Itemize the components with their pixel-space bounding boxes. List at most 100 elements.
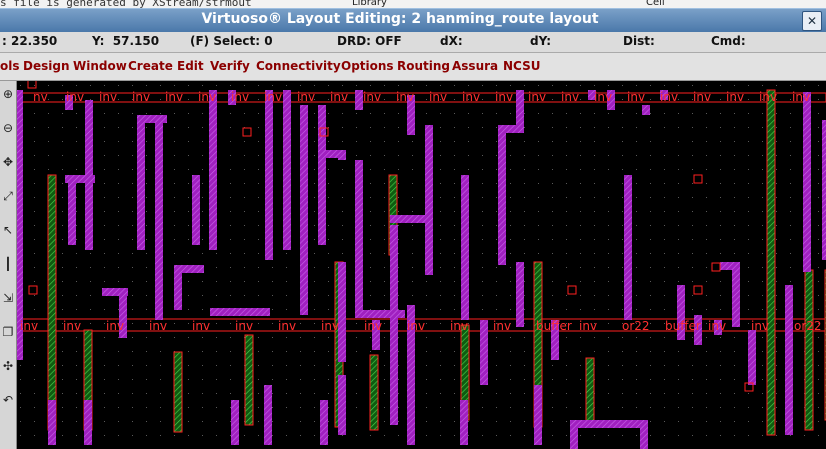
metal1-wire xyxy=(300,105,308,315)
cell-instance-label: inv xyxy=(149,319,167,333)
metal1-wire xyxy=(748,330,756,385)
cell-instance-label: inv xyxy=(165,90,183,104)
menu-routing[interactable]: Routing xyxy=(397,59,450,73)
menu-options[interactable]: Options xyxy=(341,59,394,73)
metal1-wire xyxy=(785,285,793,435)
metal1-wire xyxy=(480,320,488,385)
metal1-wire xyxy=(283,90,291,250)
cell-instance-label: inv xyxy=(330,90,348,104)
cell-instance-label: inv xyxy=(192,319,210,333)
metal1-wire xyxy=(534,385,542,445)
metal2-wire xyxy=(804,269,814,431)
layout-drawing[interactable]: nv inv inv inv inv inv inv inv inv inv inv inv inv in… xyxy=(17,81,826,449)
select-count: (F) Select: 0 xyxy=(190,34,273,48)
metal1-wire xyxy=(320,150,346,158)
metal1-wire xyxy=(174,265,204,273)
cell-instance-label: inv xyxy=(278,319,296,333)
metal1-wire xyxy=(265,90,273,260)
cell-instance-label: inv xyxy=(792,90,810,104)
metal1-wire xyxy=(461,175,469,320)
metal1-wire xyxy=(338,375,346,435)
cell-instance-label: or22 xyxy=(794,319,822,333)
title-bar[interactable]: Virtuoso® Layout Editing: 2 hanming_rout… xyxy=(0,8,826,32)
menu-connectivity[interactable]: Connectivity xyxy=(256,59,341,73)
metal2-wire xyxy=(585,357,595,424)
menu-create[interactable]: Create xyxy=(128,59,173,73)
fit-icon[interactable]: ⤢ xyxy=(1,189,15,211)
cell-instance-label: inv xyxy=(495,90,513,104)
menu-edit[interactable]: Edit xyxy=(177,59,204,73)
metal1-wire xyxy=(390,225,398,425)
cell-instance-label: inv xyxy=(396,90,414,104)
menu-window[interactable]: Window xyxy=(73,59,127,73)
zoom-in-icon[interactable]: ⊕ xyxy=(1,87,15,109)
metal1-wire xyxy=(84,400,92,445)
cell-instance-label: inv xyxy=(594,90,612,104)
metal1-wire xyxy=(264,385,272,445)
copy-icon[interactable]: ❐ xyxy=(1,325,15,347)
metal1-wire xyxy=(65,175,95,183)
pointer-icon[interactable]: ↖ xyxy=(1,223,15,245)
pan-icon[interactable]: ✥ xyxy=(1,155,15,177)
metal1-wire xyxy=(192,175,200,245)
metal1-wire xyxy=(642,105,650,115)
metal2-wire xyxy=(173,351,183,433)
metal1-wire xyxy=(498,125,524,133)
cell-instance-label: or22 xyxy=(622,319,650,333)
cell-instance-label: inv xyxy=(693,90,711,104)
metal1-wire xyxy=(624,175,632,320)
metal1-wire xyxy=(355,90,363,110)
move-icon[interactable]: ✣ xyxy=(1,359,15,381)
menu-tools[interactable]: ols xyxy=(0,59,20,73)
metal1-wire xyxy=(137,115,145,250)
metal2-wire xyxy=(369,354,379,431)
x-coordinate: : 22.350 xyxy=(2,34,58,48)
metal1-wire xyxy=(720,262,738,270)
metal1-wire xyxy=(355,160,363,310)
cell-instance-label: inv xyxy=(450,319,468,333)
metal1-wire xyxy=(516,90,524,130)
dist-readout: Dist: xyxy=(623,34,655,48)
y-coordinate: Y: 57.150 xyxy=(92,34,160,48)
cell-instance-label: buffer xyxy=(536,319,572,333)
cell-instance-label: inv xyxy=(363,90,381,104)
cell-instance-label: inv xyxy=(627,90,645,104)
metal1-wire xyxy=(231,400,239,445)
cell-instance-label: inv xyxy=(132,90,150,104)
zoom-out-icon[interactable]: ⊖ xyxy=(1,121,15,143)
cmd-readout: Cmd: xyxy=(711,34,746,48)
stretch-icon[interactable]: ⇲ xyxy=(1,291,15,313)
library-label: Library xyxy=(352,0,387,8)
metal1-wire xyxy=(48,400,56,445)
metal2-wire xyxy=(244,334,254,426)
cell-instance-label: inv xyxy=(198,90,216,104)
metal1-wire xyxy=(516,262,524,327)
cell-instance-label: inv xyxy=(407,319,425,333)
drd-status: DRD: OFF xyxy=(337,34,402,48)
metal2-wire xyxy=(766,89,776,436)
metal1-wire xyxy=(460,400,468,445)
cell-instance-label: inv xyxy=(759,90,777,104)
cell-instance-label: inv xyxy=(297,90,315,104)
menu-ncsu[interactable]: NCSU xyxy=(503,59,540,73)
cell-instance-label: inv xyxy=(99,90,117,104)
metal1-wire xyxy=(320,400,328,445)
cell-instance-label: inv xyxy=(231,90,249,104)
cell-instance-label: inv xyxy=(751,319,769,333)
metal1-wire xyxy=(137,115,167,123)
metal1-wire xyxy=(390,215,425,223)
menu-design[interactable]: Design xyxy=(23,59,70,73)
cell-instance-label: inv xyxy=(63,319,81,333)
menu-assura[interactable]: Assura xyxy=(452,59,498,73)
metal1-wire xyxy=(570,420,648,428)
layout-canvas[interactable]: nv inv inv inv inv inv inv inv inv inv inv inv inv in… xyxy=(17,81,826,449)
menu-verify[interactable]: Verify xyxy=(210,59,250,73)
metal1-wire xyxy=(318,105,326,245)
undo-icon[interactable]: ↶ xyxy=(1,393,15,415)
close-button[interactable]: ✕ xyxy=(802,11,822,31)
cell-instance-label: inv xyxy=(528,90,546,104)
ruler-icon[interactable]: ┃ xyxy=(1,257,15,279)
cell-instance-label: inv xyxy=(561,90,579,104)
cell-instance-label: inv xyxy=(660,90,678,104)
coordinate-status-bar: : 22.350 Y: 57.150 (F) Select: 0 DRD: OF… xyxy=(0,32,826,53)
